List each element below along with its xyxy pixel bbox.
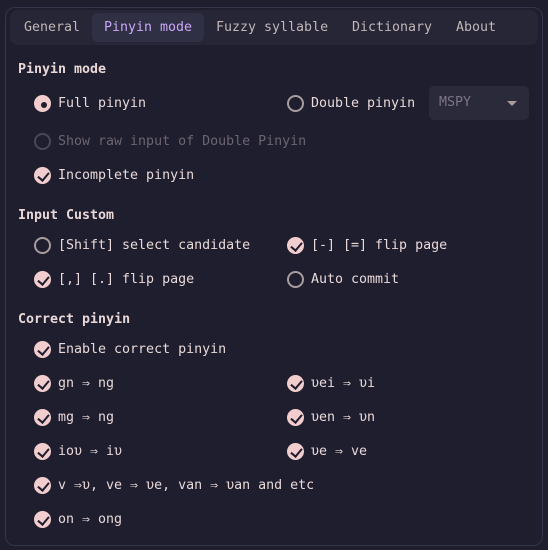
show-raw-input-checkbox[interactable]: Show raw input of Double Pinyin (34, 131, 306, 151)
label: Enable correct pinyin (58, 341, 227, 357)
tab-fuzzy-syllable[interactable]: Fuzzy syllable (204, 13, 340, 42)
label: Incomplete pinyin (58, 167, 195, 183)
label: υe ⇒ ve (311, 443, 368, 459)
checkbox-icon (287, 236, 304, 254)
checkbox-icon (34, 408, 51, 426)
label: ioυ ⇒ iυ (58, 443, 123, 459)
label: υen ⇒ υn (311, 409, 376, 425)
label: Full pinyin (58, 95, 147, 111)
chevron-down-icon (507, 101, 517, 106)
tab-dictionary[interactable]: Dictionary (340, 13, 444, 42)
section-title-pinyin-mode: Pinyin mode (18, 62, 107, 77)
comma-period-flip-checkbox[interactable]: [,] [.] flip page (34, 269, 194, 289)
label: υei ⇒ υi (311, 375, 376, 391)
full-pinyin-radio[interactable]: Full pinyin (34, 93, 146, 113)
gn-ng-checkbox[interactable]: gn ⇒ ng (34, 373, 114, 393)
checkbox-icon (287, 442, 304, 460)
tab-general[interactable]: General (12, 13, 92, 42)
checkbox-icon (34, 236, 51, 254)
checkbox-icon (34, 132, 51, 150)
radio-icon (287, 94, 304, 112)
checkbox-icon (34, 340, 51, 358)
uei-ui-checkbox[interactable]: υei ⇒ υi (287, 373, 375, 393)
label: Show raw input of Double Pinyin (58, 133, 307, 149)
label: [,] [.] flip page (58, 271, 195, 287)
enable-correct-pinyin-checkbox[interactable]: Enable correct pinyin (34, 339, 226, 359)
checkbox-icon (34, 374, 51, 392)
incomplete-pinyin-checkbox[interactable]: Incomplete pinyin (34, 165, 194, 185)
label: [Shift] select candidate (58, 237, 251, 253)
shift-select-checkbox[interactable]: [Shift] select candidate (34, 235, 250, 255)
v-u-checkbox[interactable]: v ⇒υ, ve ⇒ υe, van ⇒ υan and etc (34, 475, 314, 495)
uen-un-checkbox[interactable]: υen ⇒ υn (287, 407, 375, 427)
section-title-correct-pinyin: Correct pinyin (18, 312, 131, 327)
iou-iu-checkbox[interactable]: ioυ ⇒ iυ (34, 441, 122, 461)
label: gn ⇒ ng (58, 375, 115, 391)
mg-ng-checkbox[interactable]: mg ⇒ ng (34, 407, 114, 427)
tab-bar: General Pinyin mode Fuzzy syllable Dicti… (10, 10, 538, 45)
label: Auto commit (311, 271, 400, 287)
checkbox-icon (34, 166, 51, 184)
double-pinyin-radio[interactable]: Double pinyin (287, 93, 415, 113)
checkbox-icon (287, 408, 304, 426)
checkbox-icon (287, 374, 304, 392)
select-value: MSPY (439, 95, 472, 110)
minus-equal-flip-checkbox[interactable]: [-] [=] flip page (287, 235, 447, 255)
auto-commit-checkbox[interactable]: Auto commit (287, 269, 399, 289)
double-pinyin-scheme-select[interactable]: MSPY (429, 86, 529, 120)
label: v ⇒υ, ve ⇒ υe, van ⇒ υan and etc (58, 477, 315, 493)
section-title-input-custom: Input Custom (18, 208, 115, 223)
label: mg ⇒ ng (58, 409, 115, 425)
radio-icon (34, 94, 51, 112)
on-ong-checkbox[interactable]: on ⇒ ong (34, 509, 122, 529)
checkbox-icon (287, 270, 304, 288)
checkbox-icon (34, 442, 51, 460)
tab-about[interactable]: About (444, 13, 508, 42)
checkbox-icon (34, 270, 51, 288)
ue-ve-checkbox[interactable]: υe ⇒ ve (287, 441, 367, 461)
label: [-] [=] flip page (311, 237, 448, 253)
label: Double pinyin (311, 95, 416, 111)
checkbox-icon (34, 510, 51, 528)
label: on ⇒ ong (58, 511, 123, 527)
tab-pinyin-mode[interactable]: Pinyin mode (92, 13, 205, 42)
checkbox-icon (34, 476, 51, 494)
